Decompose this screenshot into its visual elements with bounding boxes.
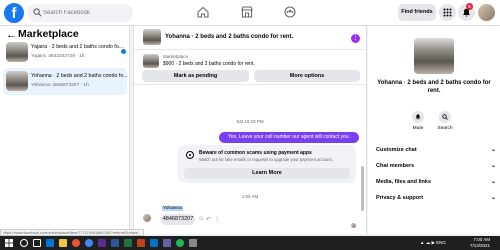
scam-warning-title: Beware of common scams using payment app… <box>199 150 312 156</box>
chat-info-icon[interactable]: ⋮ <box>351 34 360 43</box>
outgoing-message[interactable]: Yes, Leave your cell number our agent wi… <box>219 132 359 143</box>
clock-date: 7/13/2021 <box>470 243 491 248</box>
reply-icon[interactable]: ↶ <box>206 216 211 223</box>
mark-as-pending-button[interactable]: Mark as pending <box>142 70 249 82</box>
system-tray[interactable]: ▲ ☁ ▶ ENG <box>420 240 446 246</box>
message-date: Sat 10:18 PM <box>236 119 264 124</box>
listing-photo[interactable] <box>414 38 454 74</box>
chevron-down-icon: ⌄ <box>490 163 496 169</box>
marketplace-icon[interactable] <box>241 6 253 18</box>
top-navigation-bar: f Find friends 5 <box>0 0 500 26</box>
search-icon <box>442 114 448 120</box>
taskbar-search-icon[interactable] <box>20 239 28 247</box>
teams-icon[interactable] <box>163 239 171 247</box>
customize-chat-row[interactable]: Customize chat ⌄ <box>376 144 496 156</box>
groups-icon[interactable] <box>284 6 296 18</box>
conversation-details-panel: Yohanna · 2 beds and 2 baths condo for r… <box>368 26 500 234</box>
chat-panel: Yohanna · 2 beds and 2 baths condo for r… <box>133 26 367 248</box>
row-label: Privacy & support <box>376 195 424 201</box>
word-icon[interactable] <box>111 239 119 247</box>
privacy-support-row[interactable]: Privacy & support ⌄ <box>376 192 496 204</box>
read-receipt-avatar <box>351 223 356 228</box>
account-avatar[interactable] <box>478 4 495 21</box>
menu-button[interactable] <box>439 4 456 21</box>
spotify-icon[interactable] <box>176 239 184 247</box>
search-conversation-button[interactable] <box>439 111 451 123</box>
listing-thumbnail <box>6 71 28 91</box>
chat-title[interactable]: Yohanna · 2 beds and 2 baths condo for r… <box>165 34 293 40</box>
learn-more-button[interactable]: Learn More <box>184 168 350 179</box>
find-friends-button[interactable]: Find friends <box>398 4 436 21</box>
listing-category: Marketplace <box>163 54 189 59</box>
details-title: Yohanna · 2 beds and 2 baths condo for r… <box>377 80 491 94</box>
chat-header: Yohanna · 2 beds and 2 baths condo for r… <box>134 26 366 50</box>
mute-label: Mute <box>412 126 424 131</box>
grid-menu-icon <box>443 8 452 17</box>
conversation-preview: Yohanna: 4846873207 · 1h <box>31 83 89 88</box>
listing-thumbnail <box>6 42 28 62</box>
facebook-logo[interactable]: f <box>4 3 24 23</box>
taskbar-clock[interactable]: 7:00 AM 7/13/2021 <box>470 237 490 249</box>
listing-price[interactable]: $900 · 2 beds and 2 baths condo for rent… <box>163 61 255 67</box>
status-bar-url: https://www.facebook.com/marketplace/ite… <box>0 229 145 236</box>
mute-button[interactable] <box>412 111 424 123</box>
more-options-button[interactable]: More options <box>254 70 360 82</box>
incoming-message[interactable]: 4846873207 <box>161 214 195 225</box>
search-label: Search <box>437 126 453 131</box>
message-time: 1:00 AM <box>241 194 259 199</box>
firefox-icon[interactable] <box>72 239 80 247</box>
file-explorer-icon[interactable] <box>59 239 67 247</box>
conversation-item-selected[interactable]: Yohanna · 2 beds and 2 baths condo fo...… <box>3 68 128 95</box>
search-icon <box>33 8 42 17</box>
outlook-icon[interactable] <box>150 239 158 247</box>
row-label: Media, files and links <box>376 179 432 185</box>
windows-taskbar: ▲ ☁ ▶ ENG 7:00 AM 7/13/2021 <box>0 236 500 250</box>
conversation-item[interactable]: Yajaira · 2 beds and 2 baths condo fo...… <box>3 39 127 66</box>
conversation-title: Yohanna · 2 beds and 2 baths condo fo... <box>31 73 128 79</box>
search-input[interactable] <box>43 6 129 20</box>
shield-icon <box>186 151 194 159</box>
chat-scrollbar[interactable] <box>361 166 364 211</box>
notification-count-badge: 5 <box>466 3 473 10</box>
language-indicator[interactable]: ENG <box>436 240 446 245</box>
row-label: Customize chat <box>376 147 417 153</box>
more-actions-icon[interactable]: ⋮ <box>214 216 220 223</box>
conversation-title: Yajaira · 2 beds and 2 baths condo fo... <box>31 44 124 50</box>
conversation-preview: Yajaira: 4843343729 · 1h <box>31 54 85 59</box>
chat-listing-thumbnail[interactable] <box>143 29 161 45</box>
home-icon[interactable] <box>197 6 209 18</box>
settings-icon[interactable] <box>189 239 197 247</box>
sender-name: Yohanna <box>162 206 183 211</box>
scam-warning-text: Watch out for fake emails or requests to… <box>199 157 333 162</box>
chat-members-row[interactable]: Chat members ⌄ <box>376 160 496 172</box>
sender-avatar[interactable] <box>143 214 151 222</box>
listing-thumbnail[interactable] <box>143 54 159 68</box>
powerpoint-icon[interactable] <box>137 239 145 247</box>
task-view-icon[interactable] <box>33 239 41 247</box>
media-files-links-row[interactable]: Media, files and links ⌄ <box>376 176 496 188</box>
app-icon[interactable] <box>98 239 106 247</box>
bell-icon <box>415 114 421 120</box>
windows-start-icon[interactable] <box>5 239 13 247</box>
scam-warning-card: Beware of common scams using payment app… <box>178 145 356 183</box>
row-label: Chat members <box>376 163 415 169</box>
react-emoji-icon[interactable]: ☺ <box>198 216 204 222</box>
edge-browser-icon[interactable] <box>46 239 54 247</box>
chrome-icon[interactable] <box>85 239 93 247</box>
chevron-down-icon: ⌄ <box>490 147 496 153</box>
search-box[interactable] <box>27 4 133 22</box>
composer-divider <box>134 233 366 234</box>
marketplace-sidebar: ← Marketplace Yajaira · 2 beds and 2 bat… <box>0 26 130 234</box>
unread-indicator <box>121 49 126 54</box>
excel-icon[interactable] <box>124 239 132 247</box>
chevron-down-icon: ⌄ <box>490 179 496 185</box>
chevron-down-icon: ⌄ <box>490 195 496 201</box>
